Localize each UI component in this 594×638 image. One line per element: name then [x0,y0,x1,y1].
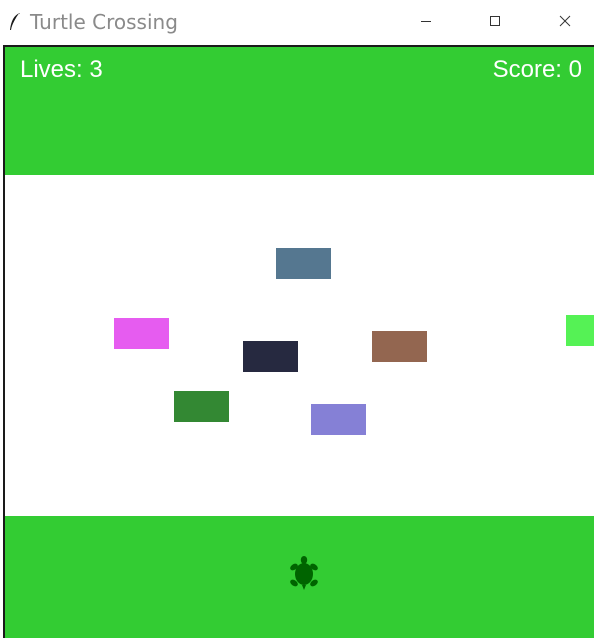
game-canvas[interactable]: Lives: 3 Score: 0 [3,45,594,638]
close-button[interactable] [542,0,588,44]
maximize-icon [490,16,500,26]
car [276,248,331,279]
turtle-icon [290,556,318,590]
finish-zone: Lives: 3 Score: 0 [5,47,594,175]
title-bar[interactable]: Turtle Crossing [0,0,594,44]
car [114,318,169,349]
game-window: Turtle Crossing Lives: 3 Score: 0 [0,0,594,638]
maximize-button[interactable] [472,0,518,44]
feather-icon [10,13,20,30]
window-title: Turtle Crossing [30,10,178,34]
lives-counter: Lives: 3 [20,56,103,83]
car [372,331,427,362]
score-counter: Score: 0 [492,56,582,83]
car [243,341,298,372]
minimize-button[interactable] [404,0,450,44]
turtle-shape [290,556,318,590]
car [174,391,229,422]
car [566,315,594,346]
car [311,404,366,435]
minimize-icon [421,21,431,22]
close-icon [559,15,571,27]
road [5,175,594,516]
